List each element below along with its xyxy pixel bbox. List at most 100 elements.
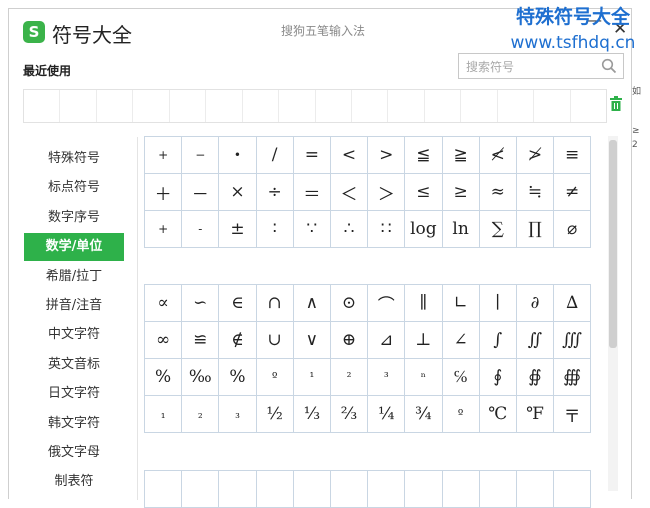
symbol-cell[interactable]: ₁	[143, 395, 183, 433]
symbol-cell[interactable]	[404, 470, 443, 508]
recent-symbol-cell[interactable]	[498, 90, 535, 122]
symbol-cell[interactable]: ∩	[255, 284, 294, 322]
recent-symbol-cell[interactable]	[571, 90, 606, 122]
symbol-cell[interactable]: ⅓	[292, 395, 331, 433]
symbol-cell[interactable]: ≈	[478, 173, 517, 211]
symbol-cell[interactable]: <	[329, 136, 369, 174]
symbol-cell[interactable]: ∶	[255, 210, 294, 248]
symbol-cell[interactable]: ∉	[218, 321, 257, 359]
category-item[interactable]: 制表符	[24, 468, 124, 496]
symbol-cell[interactable]: ∬	[515, 321, 555, 359]
symbol-cell[interactable]: ³	[367, 358, 406, 396]
symbol-cell[interactable]: ∭	[553, 321, 592, 359]
symbol-cell[interactable]: ≠	[553, 173, 592, 211]
symbol-cell[interactable]	[367, 470, 406, 508]
category-item[interactable]: 数学/单位	[24, 233, 124, 262]
symbol-cell[interactable]: ⊿	[367, 321, 406, 359]
symbol-cell[interactable]	[441, 470, 480, 508]
symbol-cell[interactable]: ≥	[441, 173, 480, 211]
symbol-cell[interactable]: 〒	[553, 395, 592, 433]
symbol-cell[interactable]	[181, 470, 220, 508]
symbol-cell[interactable]: ₃	[218, 395, 257, 433]
symbol-cell[interactable]: ∽	[181, 284, 220, 322]
category-item[interactable]: 韩文字符	[24, 410, 124, 438]
symbol-cell[interactable]: ∴	[329, 210, 369, 248]
symbol-cell[interactable]	[292, 470, 331, 508]
symbol-cell[interactable]: ≮	[478, 136, 517, 174]
symbol-cell[interactable]: ∰	[553, 358, 592, 396]
symbol-cell[interactable]: ≒	[515, 173, 555, 211]
recent-symbol-cell[interactable]	[425, 90, 462, 122]
symbol-cell[interactable]: %	[143, 358, 183, 396]
symbol-cell[interactable]: ⅔	[329, 395, 369, 433]
symbol-cell[interactable]: ℉	[515, 395, 555, 433]
symbol-cell[interactable]: ∞	[143, 321, 183, 359]
symbol-cell[interactable]: >	[367, 136, 406, 174]
symbol-cell[interactable]: ≌	[181, 321, 220, 359]
symbol-cell[interactable]: ⌒	[367, 284, 406, 322]
symbol-cell[interactable]: ¾	[404, 395, 443, 433]
symbol-cell[interactable]: ∷	[367, 210, 406, 248]
symbol-cell[interactable]: ²	[329, 358, 369, 396]
recent-symbol-cell[interactable]	[97, 90, 134, 122]
symbol-cell[interactable]: ⁿ	[404, 358, 443, 396]
symbol-cell[interactable]: %	[218, 358, 257, 396]
category-item[interactable]: 标点符号	[24, 174, 124, 202]
symbol-cell[interactable]: ‰	[181, 358, 220, 396]
symbol-cell[interactable]: ÷	[255, 173, 294, 211]
symbol-cell[interactable]: ∥	[404, 284, 443, 322]
symbol-cell[interactable]: ×	[218, 173, 257, 211]
symbol-cell[interactable]: log	[404, 210, 443, 248]
recent-symbol-cell[interactable]	[243, 90, 280, 122]
symbol-cell[interactable]: ＞	[367, 173, 406, 211]
symbol-cell[interactable]: ∟	[441, 284, 480, 322]
symbol-cell[interactable]: ∮	[478, 358, 517, 396]
search-input[interactable]	[464, 55, 604, 79]
symbol-cell[interactable]: ∨	[292, 321, 331, 359]
symbol-cell[interactable]: ∆	[553, 284, 592, 322]
symbol-cell[interactable]: -	[181, 210, 220, 248]
symbol-cell[interactable]: ≧	[441, 136, 480, 174]
symbol-cell[interactable]: ⌀	[553, 210, 592, 248]
category-item[interactable]: 拼音/注音	[24, 292, 124, 320]
symbol-cell[interactable]: ≡	[553, 136, 592, 174]
category-item[interactable]: 俄文字母	[24, 439, 124, 467]
symbol-cell[interactable]: ₂	[181, 395, 220, 433]
symbol-cell[interactable]: /	[255, 136, 294, 174]
symbol-cell[interactable]: ∯	[515, 358, 555, 396]
symbol-cell[interactable]: ∏	[515, 210, 555, 248]
symbol-cell[interactable]: ¹	[292, 358, 331, 396]
symbol-cell[interactable]: ∈	[218, 284, 257, 322]
symbol-cell[interactable]: ≤	[404, 173, 443, 211]
symbol-cell[interactable]: ＋	[143, 173, 183, 211]
symbol-cell[interactable]: −	[181, 136, 220, 174]
symbol-cell[interactable]: ½	[255, 395, 294, 433]
symbol-cell[interactable]: ∣	[478, 284, 517, 322]
symbol-cell[interactable]: ∂	[515, 284, 555, 322]
symbol-cell[interactable]	[218, 470, 257, 508]
symbol-cell[interactable]: ∝	[143, 284, 183, 322]
recent-symbol-cell[interactable]	[206, 90, 243, 122]
recent-symbol-cell[interactable]	[60, 90, 97, 122]
symbol-cell[interactable]: ℅	[441, 358, 480, 396]
recent-symbol-cell[interactable]	[316, 90, 352, 122]
symbol-cell[interactable]	[329, 470, 369, 508]
recent-symbol-cell[interactable]	[388, 90, 425, 122]
symbol-cell[interactable]	[515, 470, 555, 508]
symbol-cell[interactable]: －	[181, 173, 220, 211]
recent-symbol-cell[interactable]	[170, 90, 207, 122]
symbol-cell[interactable]: ¼	[367, 395, 406, 433]
symbol-cell[interactable]: ∵	[292, 210, 331, 248]
category-item[interactable]: 英文音标	[24, 351, 124, 379]
recent-symbol-cell[interactable]	[534, 90, 571, 122]
symbol-cell[interactable]: ∫	[478, 321, 517, 359]
symbol-cell[interactable]: º	[441, 395, 480, 433]
trash-icon[interactable]	[609, 96, 623, 112]
symbol-cell[interactable]: +	[143, 210, 183, 248]
search-icon[interactable]	[601, 58, 617, 74]
symbol-cell[interactable]: ＝	[292, 173, 331, 211]
symbol-cell[interactable]: ln	[441, 210, 480, 248]
symbol-cell[interactable]: +	[143, 136, 183, 174]
symbol-cell[interactable]	[143, 470, 183, 508]
category-item[interactable]: 希腊/拉丁	[24, 263, 124, 291]
